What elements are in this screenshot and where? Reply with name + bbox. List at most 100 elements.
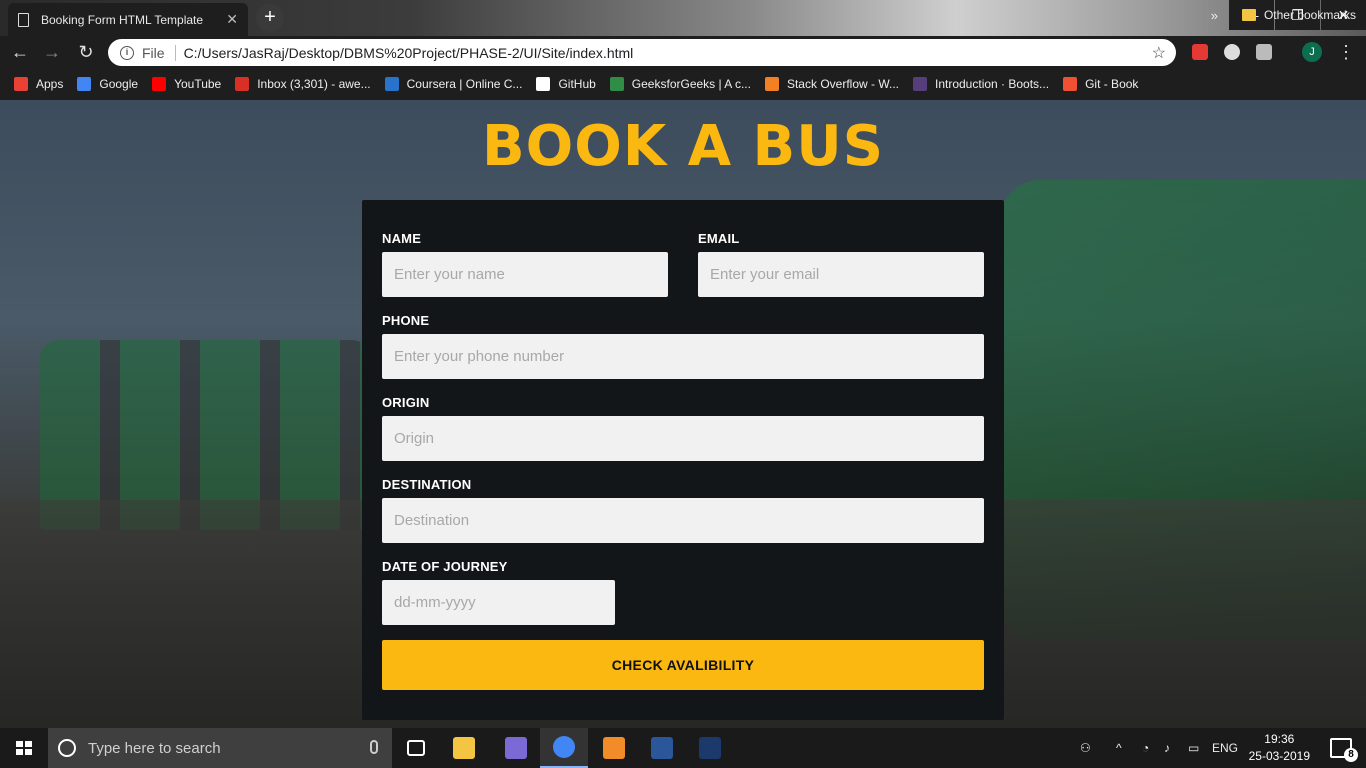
volume-icon[interactable]: ♪	[1164, 728, 1170, 768]
bookmark-label: Google	[99, 77, 139, 91]
taskbar-app-mysql-terminal[interactable]	[686, 728, 734, 768]
bookmark-favicon-icon	[384, 77, 399, 91]
taskbar-app-word[interactable]	[638, 728, 686, 768]
tab-title: Booking Form HTML Template	[41, 12, 204, 27]
other-bookmarks-folder[interactable]: Other bookmarks	[1241, 8, 1356, 22]
date-label: DATE OF JOURNEY	[382, 559, 508, 574]
bookmark-label: Stack Overflow - W...	[786, 77, 899, 91]
page-content: BOOK A BUS NAME EMAIL PHONE ORIGIN DESTI…	[0, 100, 1366, 728]
origin-label: ORIGIN	[382, 395, 430, 410]
extension-icon[interactable]	[1192, 44, 1208, 60]
mysql-terminal-icon	[699, 737, 721, 759]
address-bar[interactable]: i File C:/Users/JasRaj/Desktop/DBMS%20Pr…	[108, 39, 1176, 66]
extension-icon[interactable]	[1224, 44, 1240, 60]
date-input[interactable]	[382, 580, 615, 625]
reload-icon[interactable]: ↻	[74, 40, 98, 64]
notification-count-badge: 8	[1344, 748, 1358, 762]
name-label: NAME	[382, 231, 422, 246]
tab-close-icon[interactable]: ✕	[226, 11, 238, 28]
bookmarks-overflow-button[interactable]: »	[1211, 8, 1218, 23]
windows-logo-icon	[16, 741, 32, 755]
bookmark-item[interactable]: GitHub	[536, 77, 596, 91]
battery-icon[interactable]: ▭	[1188, 728, 1199, 768]
page-title: BOOK A BUS	[481, 114, 885, 179]
bookmark-favicon-icon	[152, 77, 167, 91]
bookmark-item[interactable]: GeeksforGeeks | A c...	[609, 77, 751, 91]
start-button[interactable]	[0, 728, 48, 768]
bookmark-item[interactable]: Google	[77, 77, 138, 91]
new-tab-button[interactable]: +	[256, 4, 284, 32]
taskbar-search-box[interactable]: Type here to search	[48, 728, 392, 768]
destination-label: DESTINATION	[382, 477, 472, 492]
profile-avatar[interactable]: J	[1302, 42, 1322, 62]
system-clock[interactable]: 19:36 25-03-2019	[1249, 731, 1310, 765]
sublime-text-icon	[603, 737, 625, 759]
phone-label: PHONE	[382, 313, 430, 328]
bookmark-favicon-icon	[77, 77, 92, 91]
bookmark-label: Inbox (3,301) - awe...	[257, 77, 371, 91]
bookmark-label: Apps	[36, 77, 64, 91]
browser-toolbar: ← → ↻ i File C:/Users/JasRaj/Desktop/DBM…	[0, 36, 1366, 68]
email-input[interactable]	[698, 252, 984, 297]
bookmark-item[interactable]: Stack Overflow - W...	[764, 77, 899, 91]
bookmark-favicon-icon	[913, 77, 927, 91]
scheme-label: File	[142, 44, 165, 61]
windows-taskbar: Type here to search ⚇ ^ ◔ ♪ ▭ ENG 19:36 …	[0, 728, 1366, 768]
origin-input[interactable]	[382, 416, 984, 461]
bookmark-favicon-icon	[609, 77, 624, 91]
check-availability-button[interactable]: CHECK AVALIBILITY	[382, 640, 984, 690]
bookmark-item[interactable]: Inbox (3,301) - awe...	[235, 77, 371, 91]
bookmark-item[interactable]: YouTube	[152, 77, 221, 91]
taskbar-app-media-app[interactable]	[492, 728, 540, 768]
chrome-icon	[553, 736, 575, 758]
language-indicator[interactable]: ENG	[1212, 728, 1238, 768]
forward-arrow-icon[interactable]: →	[40, 40, 64, 64]
bookmark-label: Git - Book	[1085, 77, 1139, 91]
taskbar-app-chrome[interactable]	[540, 728, 588, 768]
booking-form: NAME EMAIL PHONE ORIGIN DESTINATION DATE…	[362, 200, 1004, 720]
url-text[interactable]: C:/Users/JasRaj/Desktop/DBMS%20Project/P…	[184, 45, 1152, 61]
extension-icon[interactable]	[1256, 44, 1272, 60]
browser-tab[interactable]: Booking Form HTML Template ✕	[8, 3, 248, 36]
phone-input[interactable]	[382, 334, 984, 379]
bookmarks-bar: Apps Google YouTube Inbox (3,301) - awe... C…	[0, 68, 1366, 100]
name-input[interactable]	[382, 252, 668, 297]
show-hidden-icons-chevron[interactable]: ^	[1116, 728, 1122, 768]
media-app-icon	[505, 737, 527, 759]
folder-icon	[1241, 9, 1256, 21]
email-label: EMAIL	[698, 231, 740, 246]
divider	[174, 44, 176, 61]
bookmark-label: GitHub	[558, 77, 596, 91]
cortana-icon	[58, 739, 76, 757]
microphone-icon[interactable]	[370, 740, 378, 754]
browser-title-bar: Booking Form HTML Template ✕ + — ❐ ✕	[0, 0, 1366, 36]
people-icon[interactable]: ⚇	[1080, 728, 1091, 768]
task-view-icon	[407, 740, 425, 756]
taskbar-app-sublime-text[interactable]	[590, 728, 638, 768]
taskbar-app-file-explorer[interactable]	[440, 728, 488, 768]
bookmark-item[interactable]: Coursera | Online C...	[384, 77, 523, 91]
bookmark-item[interactable]: Git - Book	[1063, 77, 1138, 91]
bookmark-favicon-icon	[764, 77, 779, 91]
bookmark-label: GeeksforGeeks | A c...	[631, 77, 751, 91]
bookmark-item[interactable]: Apps	[14, 77, 63, 91]
menu-kebab-icon[interactable]: ⋮	[1334, 40, 1358, 64]
bookmark-favicon-icon	[235, 77, 250, 91]
bookmark-label: Coursera | Online C...	[406, 77, 523, 91]
bookmark-favicon-icon	[1063, 77, 1078, 91]
bookmark-label: YouTube	[174, 77, 222, 91]
other-bookmarks-label: Other bookmarks	[1263, 8, 1356, 22]
network-icon[interactable]: ◔	[1142, 728, 1149, 768]
file-explorer-icon	[453, 737, 475, 759]
document-icon	[18, 12, 29, 27]
bookmark-label: Introduction · Boots...	[935, 77, 1050, 91]
bookmark-item[interactable]: Introduction · Boots...	[913, 77, 1049, 91]
bookmark-favicon-icon	[536, 77, 551, 91]
taskbar-app-task-view[interactable]	[392, 728, 440, 768]
clock-date: 25-03-2019	[1248, 749, 1310, 763]
destination-input[interactable]	[382, 498, 984, 543]
back-arrow-icon[interactable]: ←	[8, 40, 32, 64]
bookmark-star-icon[interactable]: ☆	[1152, 43, 1166, 63]
info-icon[interactable]: i	[120, 45, 134, 60]
clock-time: 19:36	[1264, 732, 1295, 746]
